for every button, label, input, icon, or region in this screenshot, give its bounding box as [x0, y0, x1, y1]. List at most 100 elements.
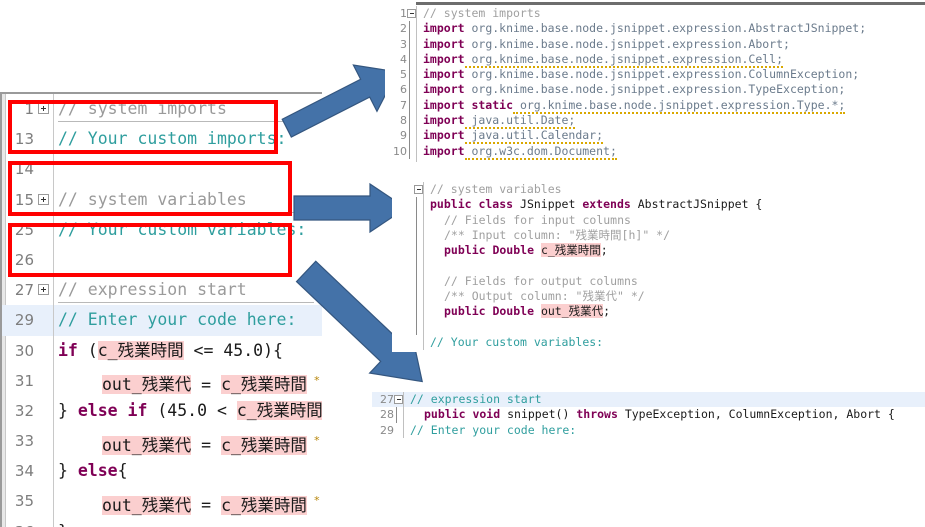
gutter-divider: [403, 422, 404, 438]
editor-row[interactable]: 27 // expression start: [2, 275, 322, 306]
variables-row[interactable]: public class JSnippet extends AbstractJS…: [392, 197, 852, 213]
fold-expand-icon[interactable]: [38, 193, 49, 205]
code-text: /** Output column: "残業代" */: [444, 289, 645, 304]
fold-region-bar: [409, 21, 410, 37]
editor-row[interactable]: 25 // Your custom variables:: [2, 214, 322, 245]
variables-row[interactable]: /** Output column: "残業代" */: [392, 289, 852, 305]
code-text: }: [58, 517, 68, 527]
java-snippet-code-editor[interactable]: 1 // system imports 13 // Your custom impor…: [0, 92, 322, 527]
import-row[interactable]: 3 import org.knime.base.node.jsnippet.exp…: [385, 36, 925, 52]
gutter-divider: [53, 154, 54, 185]
editor-row[interactable]: 30 if (c_残業時間 <= 45.0){: [2, 335, 322, 366]
gutter-divider: [53, 335, 54, 366]
editor-row[interactable]: 36}: [2, 516, 322, 527]
expression-row[interactable]: 27 // expression start: [372, 392, 925, 408]
editor-line-list[interactable]: 1 // system imports 13 // Your custom impor…: [2, 94, 322, 527]
variables-row[interactable]: // Your custom variables:: [392, 334, 852, 351]
detail-imports-topbar: [416, 2, 925, 5]
gutter-divider: [53, 214, 54, 245]
imports-line-list[interactable]: 1 // system imports 2 import org.knime.base…: [385, 6, 925, 162]
editor-row[interactable]: 29 // Enter your code here:: [2, 305, 322, 336]
variables-row[interactable]: [392, 319, 852, 335]
variables-row[interactable]: /** Input column: "残業時間[h]" */: [392, 227, 852, 244]
expression-row[interactable]: 28 public void snippet() throws TypeExcep…: [372, 407, 925, 423]
gutter-divider: [416, 6, 417, 22]
line-number: 15: [14, 190, 34, 209]
expression-row[interactable]: 29 // Enter your code here:: [372, 422, 925, 438]
expression-start-detail-panel[interactable]: 27 // expression start 28 public void snipp…: [372, 390, 925, 450]
line-number: 8: [400, 114, 407, 128]
editor-row[interactable]: 33 out_残業代 = c_残業時間 *: [2, 426, 322, 457]
variables-row[interactable]: public Double out_残業代;: [392, 304, 852, 320]
variables-row[interactable]: [392, 258, 852, 274]
gutter-divider: [423, 243, 424, 259]
import-row[interactable]: 2 import org.knime.base.node.jsnippet.exp…: [385, 21, 925, 37]
variables-row[interactable]: public Double c_残業時間;: [392, 243, 852, 259]
code-text: import static org.knime.base.node.jsnipp…: [423, 97, 846, 114]
gutter-divider: [416, 143, 417, 159]
gutter-divider: [423, 227, 424, 244]
variables-row[interactable]: // system variables: [392, 182, 852, 198]
system-imports-detail-panel[interactable]: 1 // system imports 2 import org.knime.base…: [385, 2, 925, 162]
expression-line-list[interactable]: 27 // expression start 28 public void snipp…: [372, 392, 925, 438]
editor-row[interactable]: 35 out_残業代 = c_残業時間 *: [2, 486, 322, 517]
fold-region-bar: [409, 143, 410, 159]
editor-row[interactable]: 31 out_残業代 = c_残業時間 *: [2, 365, 322, 396]
line-number: 27: [14, 281, 34, 300]
code-text: import java.util.Date;: [423, 113, 576, 130]
import-row[interactable]: 4 import org.knime.base.node.jsnippet.exp…: [385, 51, 925, 68]
gutter-divider: [416, 21, 417, 37]
import-row[interactable]: 9 import java.util.Calendar;: [385, 128, 925, 145]
fold-region-bar: [416, 319, 417, 335]
fold-region-bar: [409, 113, 410, 129]
gutter-divider: [416, 158, 417, 162]
code-text: // Fields for output columns: [444, 273, 638, 288]
gutter-divider: [53, 395, 54, 427]
variables-row[interactable]: // Fields for output columns: [392, 273, 852, 290]
gutter-divider: [416, 97, 417, 114]
editor-row[interactable]: 26: [2, 244, 322, 276]
fold-region-bar: [416, 304, 417, 320]
import-row[interactable]: 10 import org.w3c.dom.Document;: [385, 143, 925, 160]
line-number: 29: [380, 423, 394, 437]
code-text: import org.knime.base.node.jsnippet.expr…: [423, 36, 790, 51]
gutter-divider: [53, 456, 54, 487]
editor-row[interactable]: 32} else if (45.0 < c_残業時間: [2, 395, 322, 427]
line-number: 33: [14, 432, 34, 451]
gutter-divider: [53, 426, 54, 457]
import-row[interactable]: 7 import static org.knime.base.node.jsnip…: [385, 97, 925, 114]
code-text: // Your custom imports:: [58, 129, 287, 149]
fold-collapse-icon[interactable]: [414, 185, 423, 194]
variables-line-list[interactable]: // system variables public class JSnippet…: [392, 182, 852, 351]
variables-row[interactable]: // Fields for input columns: [392, 212, 852, 228]
gutter-divider: [416, 113, 417, 129]
import-row[interactable]: 5 import org.knime.base.node.jsnippet.exp…: [385, 67, 925, 83]
code-text: } else if (45.0 < c_残業時間: [58, 400, 322, 420]
gutter-divider: [53, 305, 54, 336]
code-text: // system variables: [430, 182, 562, 196]
editor-row[interactable]: 15 // system variables: [2, 184, 322, 215]
gutter-divider: [423, 289, 424, 305]
fold-region-bar: [416, 227, 417, 244]
collapsed-region-line: [58, 302, 314, 304]
import-row[interactable]: 1 // system imports: [385, 6, 925, 22]
editor-row[interactable]: 34} else{: [2, 456, 322, 487]
code-text: if (c_残業時間 <= 45.0){: [58, 340, 283, 360]
fold-region-bar: [416, 243, 417, 259]
gutter-divider: [53, 275, 54, 306]
fold-expand-icon[interactable]: [38, 284, 49, 296]
fold-collapse-icon[interactable]: [394, 395, 403, 404]
line-number: 5: [400, 68, 407, 82]
fold-expand-icon[interactable]: [38, 103, 49, 115]
import-row[interactable]: 11: [385, 158, 925, 162]
line-number: 7: [400, 98, 407, 112]
import-row[interactable]: 8 import java.util.Date;: [385, 113, 925, 130]
code-text: import org.knime.base.node.jsnippet.expr…: [423, 67, 860, 82]
fold-region-bracket: [396, 407, 397, 423]
editor-row[interactable]: 14: [2, 154, 322, 185]
code-text: } else{: [58, 461, 128, 481]
fold-collapse-icon[interactable]: [407, 9, 416, 18]
import-row[interactable]: 6 import org.knime.base.node.jsnippet.exp…: [385, 82, 925, 98]
system-variables-detail-panel[interactable]: // system variables public class JSnippet…: [392, 182, 852, 352]
gutter-divider: [416, 67, 417, 83]
